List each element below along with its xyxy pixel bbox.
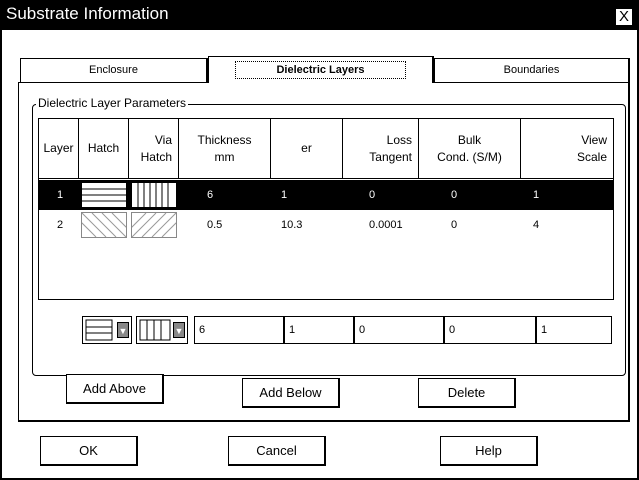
- hatch-dropdown[interactable]: ▼: [82, 316, 132, 344]
- cell-loss-tangent: 0.0001: [369, 219, 403, 231]
- via-hatch-dropdown[interactable]: ▼: [136, 316, 188, 344]
- chevron-down-icon[interactable]: ▼: [117, 322, 129, 338]
- diagonal-slash-hatch-icon: [121, 212, 187, 238]
- layers-table[interactable]: Layer Hatch Via Hatch Thickness mm er Lo…: [38, 118, 614, 300]
- cell-er: 1: [281, 189, 288, 201]
- tab-dielectric-layers[interactable]: Dielectric Layers: [208, 56, 434, 83]
- cell-layer: 1: [57, 189, 64, 201]
- er-field[interactable]: 1: [284, 316, 354, 344]
- cell-bulk-cond: 0: [451, 189, 458, 201]
- column-header-via-hatch: Via Hatch: [129, 119, 179, 179]
- tab-boundaries-label: Boundaries: [503, 64, 560, 76]
- add-below-button[interactable]: Add Below: [242, 378, 340, 408]
- close-button[interactable]: X: [615, 8, 633, 26]
- close-icon: X: [618, 8, 629, 25]
- column-header-bulk-cond: Bulk Cond. (S/M): [419, 119, 521, 179]
- cell-layer: 2: [57, 219, 64, 231]
- tab-enclosure[interactable]: Enclosure: [20, 58, 208, 82]
- cell-loss-tangent: 0: [369, 189, 376, 201]
- ok-button[interactable]: OK: [40, 436, 138, 466]
- cell-bulk-cond: 0: [451, 219, 458, 231]
- tab-boundaries[interactable]: Boundaries: [434, 58, 630, 82]
- vertical-lines-icon: [139, 319, 171, 341]
- thickness-field[interactable]: 6: [194, 316, 284, 344]
- cell-thickness: 6: [207, 189, 214, 201]
- cancel-button[interactable]: Cancel: [228, 436, 326, 466]
- add-above-button[interactable]: Add Above: [66, 374, 164, 404]
- cell-thickness: 0.5: [207, 219, 223, 231]
- column-header-layer: Layer: [39, 119, 79, 179]
- column-header-loss-tangent: Loss Tangent: [343, 119, 419, 179]
- view-scale-field[interactable]: 1: [536, 316, 612, 344]
- table-row[interactable]: 1 6 1 0 0 1: [39, 180, 613, 210]
- tab-enclosure-label: Enclosure: [89, 64, 138, 76]
- title-bar: Substrate Information X: [0, 0, 639, 30]
- column-header-view-scale: View Scale: [521, 119, 613, 179]
- column-header-hatch: Hatch: [79, 119, 129, 179]
- chevron-down-icon[interactable]: ▼: [173, 322, 185, 338]
- vertical-lines-hatch-icon: [131, 182, 177, 208]
- column-header-thickness: Thickness mm: [179, 119, 271, 179]
- cell-view-scale: 1: [533, 189, 540, 201]
- help-button[interactable]: Help: [440, 436, 538, 466]
- column-header-er: er: [271, 119, 343, 179]
- tab-dielectric-layers-label: Dielectric Layers: [235, 61, 406, 79]
- group-label: Dielectric Layer Parameters: [36, 96, 189, 110]
- table-row[interactable]: 2 0.5 10.3 0.0001 0 4: [39, 210, 613, 240]
- loss-tangent-field[interactable]: 0: [354, 316, 444, 344]
- horizontal-lines-hatch-icon: [81, 182, 127, 208]
- diagonal-backslash-hatch-icon: [71, 212, 137, 238]
- horizontal-lines-icon: [85, 319, 113, 341]
- window-title: Substrate Information: [6, 4, 169, 23]
- delete-button[interactable]: Delete: [418, 378, 516, 408]
- bulk-cond-field[interactable]: 0: [444, 316, 536, 344]
- cell-er: 10.3: [281, 219, 303, 231]
- cell-view-scale: 4: [533, 219, 540, 231]
